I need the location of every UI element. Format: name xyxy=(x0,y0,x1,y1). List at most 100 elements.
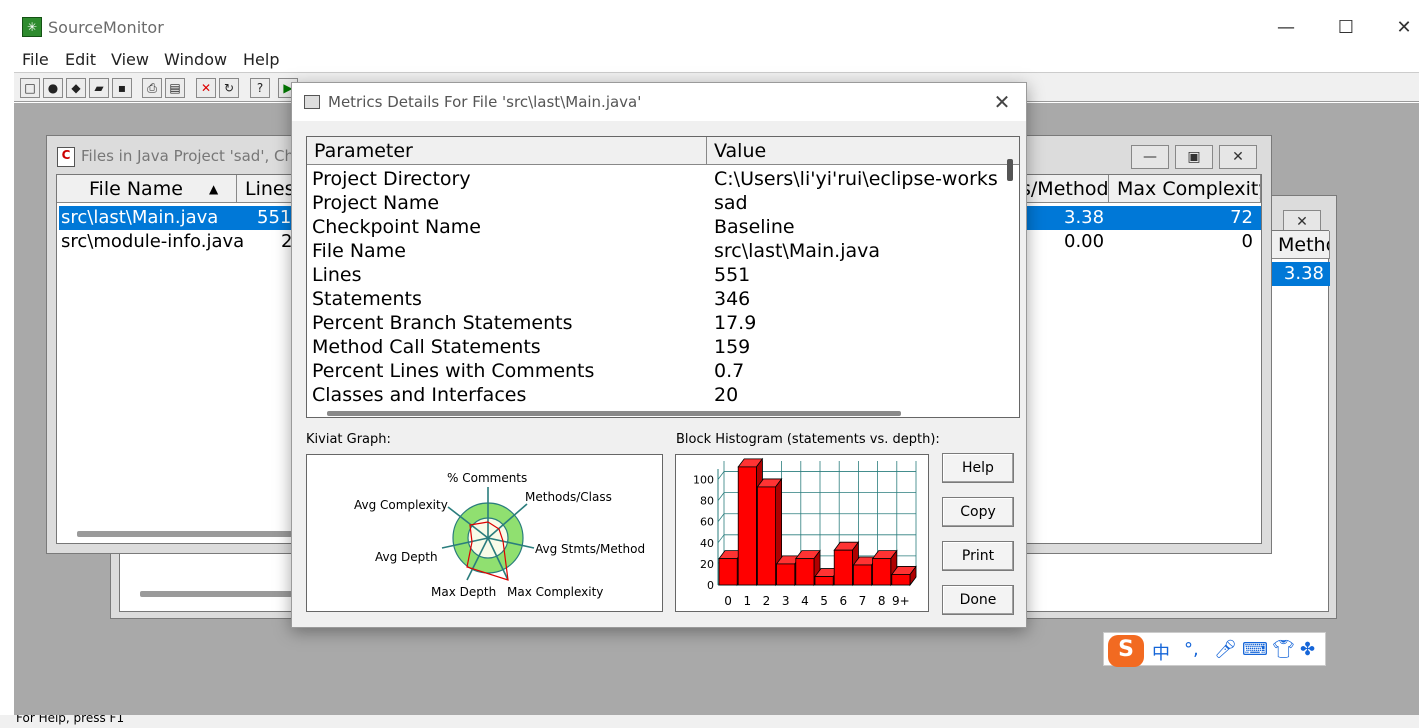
done-button[interactable]: Done xyxy=(942,585,1014,615)
metric-value-cell[interactable]: src\last\Main.java xyxy=(714,239,999,263)
metric-value-cell[interactable]: C:\Users\li'yi'rui\eclipse-workspac xyxy=(714,167,999,191)
metrics-details-dialog[interactable]: Metrics Details For File 'src\last\Main.… xyxy=(291,82,1027,628)
help-button[interactable]: Help xyxy=(942,453,1014,483)
histogram-bar xyxy=(737,466,757,586)
column-value[interactable]: Value xyxy=(707,137,1019,165)
y-tick-label: 100 xyxy=(693,474,714,487)
new-icon[interactable]: □ xyxy=(20,78,40,98)
ime-toolbar: S 中 °, 🎤︎ ⌨ 👕︎ ✤ xyxy=(1103,632,1326,667)
histogram-gridline xyxy=(717,534,725,544)
lines-cell: 551 xyxy=(257,207,292,228)
metric-parameter-cell[interactable]: Method Call Statements xyxy=(312,335,702,359)
metric-value-cell[interactable]: 159 xyxy=(714,335,999,359)
metric-value-cell[interactable]: 346 xyxy=(714,287,999,311)
column-stmts-per-method[interactable]: s/Method xyxy=(1017,175,1109,203)
histogram-bar xyxy=(872,558,892,586)
dialog-close-button[interactable]: ✕ xyxy=(988,89,1016,115)
files-window-restore-button[interactable]: ▣ xyxy=(1175,145,1213,169)
max-complexity-cell: 72 xyxy=(1230,207,1253,228)
ime-logo[interactable]: S xyxy=(1108,635,1144,667)
metric-parameter-cell[interactable]: Classes and Interfaces xyxy=(312,383,702,407)
back-window-value[interactable]: 3.38 xyxy=(1270,262,1330,286)
context-help-icon[interactable]: ? xyxy=(250,78,270,98)
metric-value-cell[interactable]: 551 xyxy=(714,263,999,287)
status-bar: For Help, press F1 xyxy=(0,715,1419,728)
x-tick-label: 0 xyxy=(724,594,732,608)
files-window-close-button[interactable]: ✕ xyxy=(1219,145,1257,169)
window-icon xyxy=(304,95,320,109)
metric-value-cell[interactable]: 20 xyxy=(714,383,999,407)
metric-value-cell[interactable]: 0.7 xyxy=(714,359,999,383)
kiviat-svg: % Comments Methods/Class Avg Stmts/Metho… xyxy=(354,471,645,599)
histogram-bar xyxy=(776,563,796,586)
checkpoint-icon[interactable]: ◆ xyxy=(66,78,86,98)
kiviat-label-comments: % Comments xyxy=(447,471,527,485)
metrics-vertical-scrollbar[interactable] xyxy=(1007,159,1013,181)
metric-parameter-cell[interactable]: Statements xyxy=(312,287,702,311)
column-lines[interactable]: Lines xyxy=(237,175,297,203)
histogram-bar xyxy=(833,549,853,586)
histogram-gridline xyxy=(717,492,725,501)
document-icon: C xyxy=(57,147,75,167)
keyboard-icon[interactable]: ⌨ xyxy=(1242,639,1268,660)
apps-icon[interactable]: ✤ xyxy=(1300,639,1315,660)
print-preview-icon[interactable]: ▤ xyxy=(165,78,185,98)
close-button[interactable]: ✕ xyxy=(1384,10,1419,46)
histogram-gridline xyxy=(717,513,725,522)
print-icon[interactable]: ⎙ xyxy=(142,78,162,98)
menu-file[interactable]: File xyxy=(22,50,49,69)
menu-bar: File Edit View Window Help xyxy=(0,46,1419,72)
menu-help[interactable]: Help xyxy=(243,50,279,69)
metric-value-cell[interactable]: 17.9 xyxy=(714,311,999,335)
copy-button[interactable]: Copy xyxy=(942,497,1014,527)
x-tick-label: 1 xyxy=(743,594,751,608)
skin-icon[interactable]: 👕︎ xyxy=(1272,639,1295,660)
metric-parameter-cell[interactable]: Project Name xyxy=(312,191,702,215)
open-icon[interactable]: ▰ xyxy=(89,78,109,98)
column-file-name[interactable]: File Name ▲ xyxy=(57,175,237,203)
app-titlebar: ✳ SourceMonitor — ☐ ✕ xyxy=(0,0,1419,46)
y-tick-label: 20 xyxy=(700,558,714,571)
metrics-horizontal-scrollbar[interactable] xyxy=(327,411,901,416)
x-tick-label: 6 xyxy=(839,594,847,608)
refresh-icon[interactable]: ↻ xyxy=(219,78,239,98)
minimize-button[interactable]: — xyxy=(1266,10,1306,46)
print-button[interactable]: Print xyxy=(942,541,1014,571)
metric-parameter-cell[interactable]: Checkpoint Name xyxy=(312,215,702,239)
metric-parameter-cell[interactable]: Percent Lines with Comments xyxy=(312,359,702,383)
menu-window[interactable]: Window xyxy=(164,50,227,69)
metric-parameter-cell[interactable]: File Name xyxy=(312,239,702,263)
metric-parameter-cell[interactable]: Percent Branch Statements xyxy=(312,311,702,335)
mic-icon[interactable]: 🎤︎ xyxy=(1214,639,1237,660)
maximize-button[interactable]: ☐ xyxy=(1326,10,1366,46)
stmts-per-method-cell: 3.38 xyxy=(1064,207,1105,228)
sourcemonitor-logo-icon: ✳ xyxy=(22,17,42,37)
ime-language-toggle[interactable]: 中 xyxy=(1152,639,1170,665)
ime-punctuation-toggle[interactable]: °, xyxy=(1184,639,1199,660)
save-icon[interactable]: ▪ xyxy=(112,78,132,98)
histogram-bar xyxy=(757,486,777,586)
column-max-complexity[interactable]: Max Complexity xyxy=(1109,175,1261,203)
histogram-gridline xyxy=(717,471,725,480)
delete-icon[interactable]: ✕ xyxy=(196,78,216,98)
menu-edit[interactable]: Edit xyxy=(65,50,96,69)
files-window-minimize-button[interactable]: — xyxy=(1131,145,1169,169)
dialog-title: Metrics Details For File 'src\last\Main.… xyxy=(328,93,642,111)
x-tick-label: 8 xyxy=(878,594,886,608)
kiviat-label-max-complexity: Max Complexity xyxy=(507,585,603,599)
back-window-column-header[interactable]: Method xyxy=(1270,231,1330,259)
x-tick-label: 7 xyxy=(859,594,867,608)
x-tick-label: 5 xyxy=(820,594,828,608)
file-name-cell: src\last\Main.java xyxy=(61,207,219,228)
metric-value-cell[interactable]: Baseline xyxy=(714,215,999,239)
metric-value-cell[interactable]: sad xyxy=(714,191,999,215)
kiviat-graph: % Comments Methods/Class Avg Stmts/Metho… xyxy=(306,454,663,612)
stop-icon[interactable]: ● xyxy=(43,78,63,98)
menu-view[interactable]: View xyxy=(111,50,149,69)
histogram-svg: 0204060801000 1 2 3 4 5 6 7 8 9+ xyxy=(693,457,917,608)
x-tick-label: 4 xyxy=(801,594,809,608)
block-histogram: 0 20 40 60 80 100 0 1 2 3 4 5 6 7 8 9+ xyxy=(675,454,929,612)
metric-parameter-cell[interactable]: Project Directory xyxy=(312,167,702,191)
column-parameter[interactable]: Parameter xyxy=(307,137,707,165)
metric-parameter-cell[interactable]: Lines xyxy=(312,263,702,287)
